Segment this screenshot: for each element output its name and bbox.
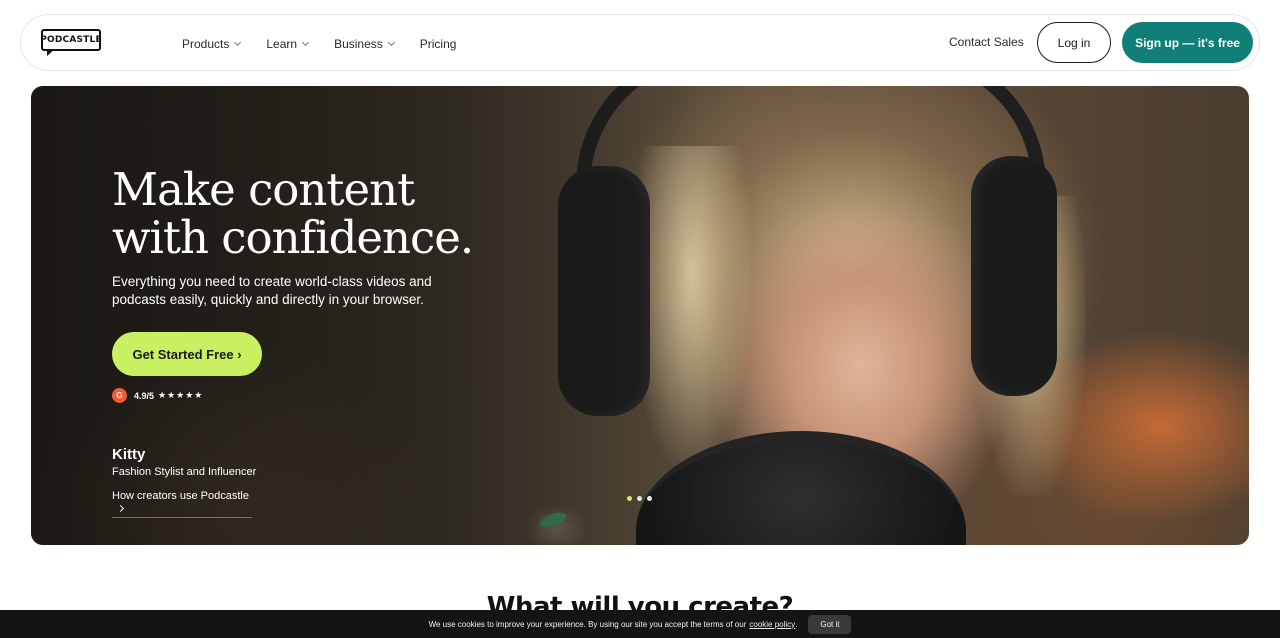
main-menu: Products Learn Business Pricing (182, 15, 482, 72)
hero-title-line: Make content (112, 163, 415, 216)
carousel-dot[interactable] (637, 496, 642, 501)
how-creators-use-link[interactable]: How creators use Podcastle (112, 490, 252, 518)
hero-subtitle: Everything you need to create world-clas… (112, 274, 432, 307)
get-started-button[interactable]: Get Started Free › (112, 332, 262, 376)
menu-item-label: Learn (266, 36, 298, 51)
contact-sales-link[interactable]: Contact Sales (949, 35, 1024, 49)
menu-item-pricing[interactable]: Pricing (420, 37, 457, 51)
creator-link-label: How creators use Podcastle (112, 490, 249, 502)
login-button[interactable]: Log in (1037, 22, 1111, 63)
creator-role: Fashion Stylist and Influencer (112, 466, 257, 478)
top-navigation: PODCASTLE Products Learn Business Pricin… (20, 14, 1260, 71)
menu-item-learn[interactable]: Learn (266, 36, 310, 51)
cookie-period: . (795, 619, 798, 629)
rating-score: 4.9/5 (134, 390, 155, 401)
cookie-accept-button[interactable]: Got it (808, 614, 852, 634)
page: PODCASTLE Products Learn Business Pricin… (0, 0, 1280, 638)
carousel-dot[interactable] (627, 496, 632, 501)
podcastle-logo[interactable]: PODCASTLE (40, 27, 103, 59)
hero-title: Make content with confidence. (112, 166, 532, 262)
carousel-indicators (627, 496, 652, 501)
chevron-right-icon (116, 504, 125, 513)
carousel-dot[interactable] (647, 496, 652, 501)
hero-title-line: with confidence. (112, 211, 474, 264)
g2-icon: G (112, 388, 127, 403)
g2-rating: G 4.9/5 ★★★★★ (112, 388, 203, 403)
chevron-down-icon (302, 38, 310, 46)
hero-banner: Make content with confidence. Everything… (31, 86, 1249, 545)
menu-item-label: Products (182, 36, 230, 51)
logo-box: PODCASTLE (40, 29, 102, 51)
menu-item-products[interactable]: Products (182, 36, 242, 51)
menu-item-label: Pricing (419, 36, 457, 51)
menu-item-business[interactable]: Business (334, 36, 395, 51)
creator-name: Kitty (112, 446, 146, 463)
chevron-down-icon (234, 38, 242, 46)
cookie-policy-link[interactable]: cookie policy (749, 620, 795, 629)
logo-text: PODCASTLE (40, 35, 102, 45)
cookie-banner: We use cookies to improve your experienc… (0, 610, 1280, 638)
logo-speech-tail (47, 49, 55, 56)
chevron-down-icon (387, 38, 395, 46)
menu-item-label: Business (334, 36, 383, 51)
signup-button[interactable]: Sign up — it's free (1122, 22, 1253, 63)
cookie-text: We use cookies to improve your experienc… (428, 619, 747, 629)
star-icons: ★★★★★ (158, 390, 204, 400)
